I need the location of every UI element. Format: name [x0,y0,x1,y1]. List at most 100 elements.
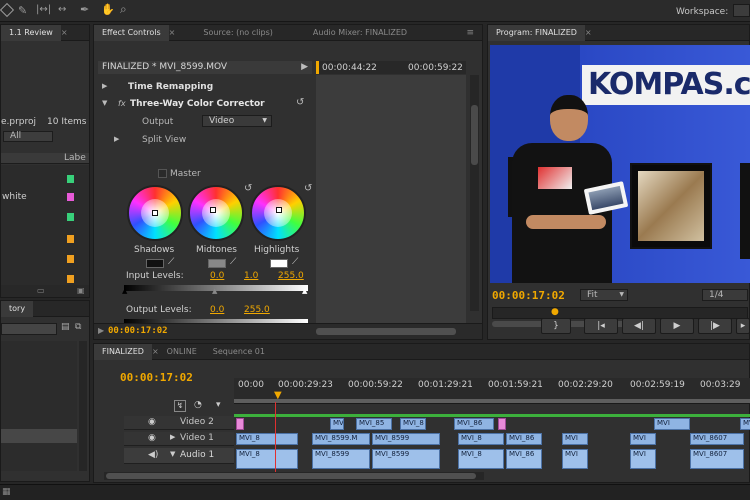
midtones-wheel[interactable] [188,185,244,241]
collapse-triangle-icon[interactable]: ▼ [170,450,175,458]
eyedropper-icon[interactable]: ⟋ [292,257,298,267]
time-ruler[interactable]: 00:00 00:00:29:23 00:00:59:22 00:01:29:2… [234,378,750,404]
shadows-swatch[interactable] [146,259,164,268]
timeline-clip[interactable]: MVI [562,433,588,445]
timeline-clip[interactable]: MVI [654,418,690,430]
pen-icon[interactable] [0,2,15,18]
new-item-icon[interactable]: ▤ [61,322,70,332]
tab-online[interactable]: ONLINE [159,344,205,360]
timeline-clip[interactable]: MVI_8 [458,433,504,445]
status-icon[interactable]: ▦ [2,487,11,497]
master-checkbox[interactable] [158,169,167,178]
marker-icon[interactable]: ◔ [194,400,202,410]
reset-icon[interactable]: ↺ [304,183,312,194]
history-search[interactable] [1,323,57,335]
slide-icon[interactable]: ↔ [58,4,66,15]
eye-icon[interactable]: ◉ [148,417,156,427]
timeline-clip[interactable]: MVI_8607 [690,433,744,445]
speaker-icon[interactable]: ◀) [148,450,158,460]
mark-out-button[interactable]: } [541,318,571,334]
tab-history[interactable]: tory [1,300,34,317]
collapse-triangle-icon[interactable]: ▼ [102,99,107,107]
highlights-wheel[interactable] [250,185,306,241]
timeline-clip[interactable]: MVI_8599 [372,449,440,469]
tab-project[interactable]: 1.1 Review [1,24,61,41]
highlights-swatch[interactable] [270,259,288,268]
output-level-white[interactable]: 255.0 [244,305,270,315]
new-bin-icon[interactable]: ▭ [37,286,45,295]
scroll-thumb[interactable] [471,105,478,165]
output-level-black[interactable]: 0.0 [210,305,224,315]
fx-icon[interactable]: fx [118,99,126,108]
output-select[interactable]: Video ▼ [202,115,272,127]
slider-handle[interactable]: ▲ [122,287,127,295]
step-back-button[interactable]: ◀| [622,318,656,334]
snap-icon[interactable]: ↯ [174,400,186,412]
step-forward-button[interactable]: |▶ [698,318,732,334]
timeline-clip[interactable]: MVI_8 [236,433,298,445]
timeline-clip[interactable]: MVI_8599 [312,449,370,469]
input-level-gray[interactable]: 1.0 [244,271,258,281]
timeline-clip[interactable]: MVI [562,449,588,469]
expand-triangle-icon[interactable]: ▶ [102,82,107,90]
resolution-select[interactable]: 1/4 [702,289,748,301]
ec-current-timecode[interactable]: 00:00:17:02 [108,326,168,336]
list-item-label[interactable]: white [2,192,27,202]
zoom-icon[interactable]: ⌕ [120,2,127,17]
timeline-clip[interactable]: MVI_8607 [690,449,744,469]
eyedropper-icon[interactable]: ⟋ [168,257,174,267]
split-view-label[interactable]: Split View [142,135,186,145]
track-header-video-1[interactable]: ◉ ▶ Video 1 [124,432,234,446]
tab-finalized[interactable]: FINALIZED [94,343,152,360]
column-label[interactable]: Labe [64,153,86,163]
pen-tool-icon[interactable]: ✒ [80,3,89,16]
work-area-bar[interactable] [234,399,750,403]
tab-audio-mixer[interactable]: Audio Mixer: FINALIZED [305,25,415,41]
fit-select[interactable]: Fit ▼ [580,289,628,301]
collapse-icon[interactable]: ▶ [98,326,104,335]
tab-source[interactable]: Source: (no clips) [195,25,281,41]
input-level-black[interactable]: 0.0 [210,271,224,281]
go-to-out-button[interactable]: ▸ [736,318,750,334]
effect-name[interactable]: Three-Way Color Corrector [130,99,265,109]
timeline-clip[interactable]: MVI_8599 [372,433,440,445]
scroll-thumb[interactable] [106,473,476,479]
panel-menu-icon[interactable]: ≡ [466,28,474,38]
bin-select[interactable]: All [3,131,53,142]
track-header-audio-1[interactable]: ◀) ▼ Audio 1 [124,448,234,464]
history-row-selected[interactable] [1,429,77,443]
timeline-clip[interactable]: MVI_8599.M [312,433,370,445]
track-header-video-2[interactable]: ◉ Video 2 [124,416,234,430]
close-icon[interactable]: × [152,347,159,356]
timeline-clip[interactable]: MVI [630,433,656,445]
delete-icon[interactable]: ▣ [77,286,85,295]
link-icon[interactable]: ⧉ [75,322,81,332]
timeline-timecode[interactable]: 00:00:17:02 [120,371,193,384]
ec-playhead-marker[interactable] [316,61,319,74]
close-icon[interactable]: × [169,28,176,37]
tab-program[interactable]: Program: FINALIZED [488,24,585,41]
shadows-wheel[interactable] [127,185,183,241]
eye-icon[interactable]: ◉ [148,433,156,443]
razor-icon[interactable]: ✎ [18,4,27,17]
eyedropper-icon[interactable]: ⟋ [230,257,236,267]
history-scrollbar[interactable] [79,341,87,471]
keyframe-icon[interactable]: ▾ [216,400,221,410]
playhead-line[interactable] [275,402,276,472]
program-timecode[interactable]: 00:00:17:02 [492,289,565,302]
timeline-clip[interactable]: MVI_85 [356,418,392,430]
scrubber-playhead[interactable]: ● [551,307,559,317]
timeline-clip[interactable]: MVI_86 [454,418,494,430]
close-icon[interactable]: × [61,28,68,37]
slider-handle[interactable]: ▲ [302,287,307,295]
timeline-clip[interactable]: MVI_8 [400,418,426,430]
slider-handle[interactable]: ▲ [212,287,217,295]
reset-icon[interactable]: ↺ [244,183,252,194]
reset-icon[interactable]: ↺ [296,97,304,108]
timeline-clip[interactable] [236,418,244,430]
expand-triangle-icon[interactable]: ▶ [114,135,119,143]
timeline-clip[interactable]: MVI [330,418,344,430]
timeline-scrollbar[interactable] [104,472,484,480]
timeline-clip[interactable]: MVI_8 [236,449,298,469]
play-arrow-icon[interactable]: ▶ [301,61,308,74]
